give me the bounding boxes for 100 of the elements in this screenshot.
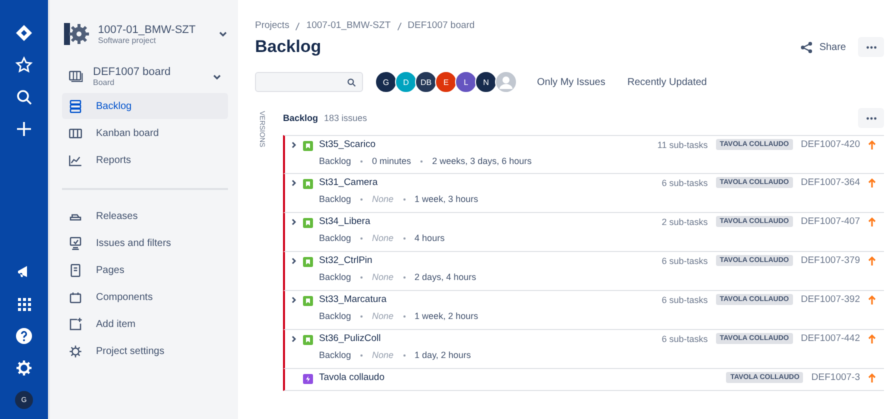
chart-icon [68, 152, 83, 168]
sidebar-item[interactable]: Releases [62, 203, 228, 229]
slash-separator-icon [295, 22, 300, 31]
issue-key[interactable]: DEF1007-407 [800, 216, 860, 227]
quick-filter[interactable]: Recently Updated [627, 76, 707, 88]
dot-separator-icon [360, 198, 364, 200]
more-button[interactable] [858, 108, 884, 128]
add-icon[interactable] [15, 120, 33, 138]
issue-key[interactable]: DEF1007-3 [811, 372, 860, 383]
dot-separator-icon [402, 236, 406, 240]
time-remaining: 4 hours [414, 233, 445, 243]
issue-status: Backlog [319, 350, 352, 360]
expand-icon[interactable] [291, 258, 297, 264]
sidebar-item[interactable]: Reports [62, 147, 228, 173]
arrow-up-icon [868, 256, 876, 266]
dot-separator-icon [360, 314, 364, 318]
issue-title: St33_Marcatura [319, 294, 388, 305]
estimate: None [372, 311, 394, 321]
settings-icon [68, 344, 83, 358]
dot-separator-icon [420, 160, 424, 162]
dot-separator-icon [360, 160, 364, 162]
more-button[interactable] [858, 37, 884, 57]
board-name[interactable]: DEF1007 board [93, 66, 202, 78]
estimate: None [372, 272, 394, 282]
backlog-icon [68, 98, 83, 114]
breadcrumb-link[interactable]: 1007-01_BMW-SZT [306, 20, 391, 31]
settings-icon[interactable] [15, 359, 33, 377]
sidebar-item[interactable]: Issues and filters [62, 230, 228, 256]
board-type: Board [93, 78, 116, 87]
story-icon [303, 179, 313, 189]
issue-status: Backlog [319, 233, 352, 243]
sidebar-item[interactable]: Project settings [62, 338, 228, 364]
expand-icon[interactable] [291, 180, 297, 186]
issue-key[interactable]: DEF1007-392 [800, 294, 860, 305]
dot-separator-icon [360, 354, 364, 356]
user-avatar[interactable]: L [455, 71, 477, 93]
dot-separator-icon [402, 354, 406, 356]
add-icon [68, 316, 83, 332]
project-name: 1007-01_BMW-SZT [98, 24, 197, 36]
project-logo-icon [62, 20, 90, 48]
more-icon [866, 116, 876, 120]
arrow-up-icon [868, 140, 876, 150]
sidebar-item[interactable]: Add item [62, 311, 228, 337]
subtask-count: 6 sub-tasks [662, 294, 708, 304]
issue-title: St32_CtrlPin [319, 255, 374, 266]
sidebar-item[interactable]: Components [62, 284, 228, 310]
backlog-title: Backlog [283, 113, 318, 123]
sidebar-item[interactable]: Backlog [62, 93, 228, 119]
expand-icon[interactable] [291, 142, 297, 148]
estimate: 0 minutes [372, 156, 412, 166]
subtask-count: 6 sub-tasks [662, 334, 708, 344]
epic-icon [303, 374, 313, 384]
quick-filter[interactable]: Only My Issues [537, 76, 606, 88]
user-avatar[interactable]: E [435, 71, 457, 93]
user-avatar[interactable]: DB [415, 71, 437, 93]
issue-status: Backlog [319, 156, 352, 166]
time-remaining: 2 days, 4 hours [414, 272, 476, 282]
chevron-down-icon[interactable] [218, 29, 228, 39]
story-icon [303, 296, 313, 306]
issue-key[interactable]: DEF1007-442 [800, 333, 860, 344]
columns-icon [68, 126, 83, 140]
issue-title: St36_PulizColl [319, 333, 382, 344]
issue-key[interactable]: DEF1007-379 [800, 255, 860, 266]
arrow-up-icon [868, 334, 876, 344]
page-icon [68, 262, 83, 278]
issue-status: Backlog [319, 194, 352, 204]
arrow-up-icon [868, 372, 876, 382]
estimate: None [372, 350, 394, 360]
expand-icon[interactable] [291, 219, 297, 225]
issue-key[interactable]: DEF1007-420 [800, 139, 860, 150]
breadcrumb-link[interactable]: DEF1007 board [408, 20, 475, 31]
sidebar-item[interactable]: Pages [62, 257, 228, 283]
subtask-count: 6 sub-tasks [662, 178, 708, 188]
calendar-icon [68, 290, 83, 304]
expand-icon[interactable] [291, 297, 297, 303]
search-field[interactable] [255, 72, 363, 92]
search-icon[interactable] [15, 88, 33, 106]
issue-key[interactable]: DEF1007-364 [800, 177, 860, 188]
help-icon[interactable] [15, 327, 33, 345]
share-button[interactable]: Share [800, 40, 846, 54]
time-remaining: 1 week, 2 hours [414, 311, 478, 321]
subtask-count: 2 sub-tasks [662, 216, 708, 226]
expand-icon[interactable] [291, 336, 297, 342]
dot-separator-icon [402, 276, 406, 278]
dot-separator-icon [360, 236, 364, 240]
star-icon[interactable] [15, 56, 33, 74]
app-grid-icon[interactable] [15, 295, 33, 313]
user-avatar[interactable]: G [375, 71, 397, 93]
breadcrumb-link[interactable]: Projects [255, 20, 290, 31]
arrow-up-icon [868, 178, 876, 188]
time-remaining: 1 week, 3 hours [414, 194, 478, 204]
arrow-up-icon [868, 216, 876, 226]
sidebar-item[interactable]: Kanban board [62, 120, 228, 146]
issue-title: St34_Libera [319, 216, 372, 227]
dot-separator-icon [402, 314, 406, 318]
monitor-icon [68, 236, 83, 250]
diamond-logo-icon[interactable] [15, 24, 33, 42]
time-remaining: 2 weeks, 3 days, 6 hours [432, 156, 532, 166]
user-avatar[interactable]: N [475, 71, 497, 93]
issue-status: Backlog [319, 272, 352, 282]
